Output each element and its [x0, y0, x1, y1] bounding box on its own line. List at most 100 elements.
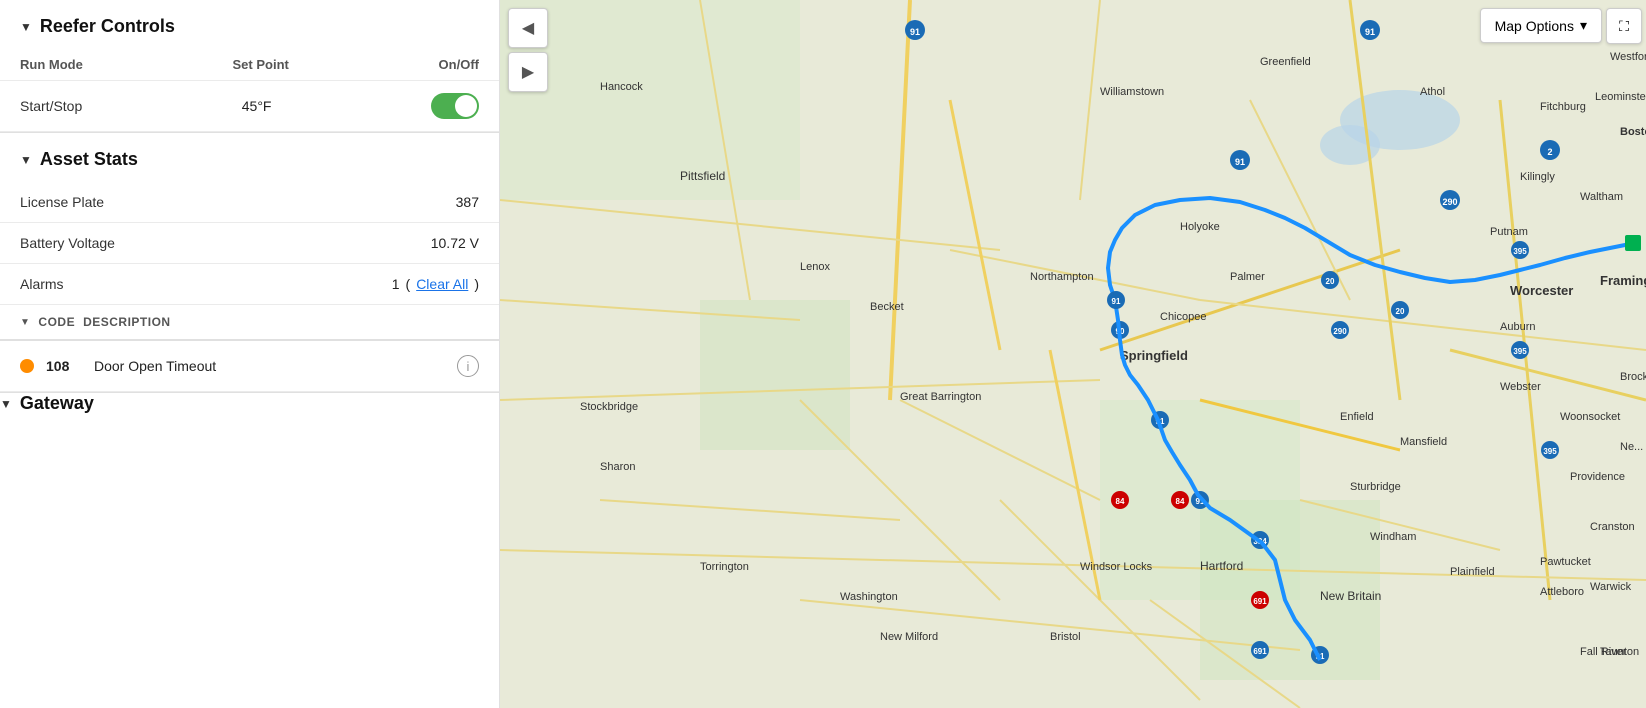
- svg-text:Providence: Providence: [1570, 471, 1625, 483]
- runmode-label: Run Mode: [20, 57, 83, 72]
- svg-text:Stockbridge: Stockbridge: [580, 401, 638, 413]
- svg-text:Attleboro: Attleboro: [1540, 586, 1584, 598]
- svg-text:Auburn: Auburn: [1500, 321, 1535, 333]
- svg-text:Greenfield: Greenfield: [1260, 56, 1311, 68]
- license-plate-row: License Plate 387: [0, 182, 499, 223]
- svg-text:Chicopee: Chicopee: [1160, 311, 1206, 323]
- startstop-label: Start/Stop: [20, 98, 82, 114]
- svg-text:84: 84: [1116, 497, 1125, 506]
- onoff-toggle[interactable]: [431, 93, 479, 119]
- map-options-label: Map Options: [1495, 18, 1574, 34]
- onoff-label: On/Off: [439, 57, 479, 72]
- svg-text:Brock...: Brock...: [1620, 371, 1646, 383]
- svg-text:290: 290: [1442, 197, 1457, 207]
- reefer-controls-header[interactable]: ▼ Reefer Controls: [0, 0, 499, 49]
- alarms-value-group: 1 ( Clear All ): [392, 276, 479, 292]
- svg-text:Plainfield: Plainfield: [1450, 566, 1495, 578]
- alarms-label: Alarms: [20, 276, 64, 292]
- license-plate-value: 387: [456, 194, 479, 210]
- left-panel: ▼ Reefer Controls Run Mode Set Point On/…: [0, 0, 500, 708]
- svg-text:91: 91: [1235, 157, 1245, 167]
- runmode-header: Run Mode Set Point On/Off: [0, 49, 499, 81]
- alarm-row-0: 108 Door Open Timeout i: [0, 341, 499, 392]
- alarms-row: Alarms 1 ( Clear All ): [0, 264, 499, 305]
- play-button[interactable]: ▶: [508, 52, 548, 92]
- clear-all-link[interactable]: Clear All: [416, 276, 468, 292]
- svg-text:Mansfield: Mansfield: [1400, 436, 1447, 448]
- play-icon: ▶: [522, 62, 534, 82]
- map-area: 91 91 290 2 91 90 20 20 91 91 84 84 384 …: [500, 0, 1646, 708]
- map-options-chevron-icon: ▾: [1580, 17, 1587, 34]
- reefer-collapse-arrow: ▼: [20, 20, 32, 34]
- map-svg: 91 91 290 2 91 90 20 20 91 91 84 84 384 …: [500, 0, 1646, 708]
- svg-text:Boston: Boston: [1620, 126, 1646, 138]
- asset-stats-header[interactable]: ▼ Asset Stats: [0, 133, 499, 182]
- svg-text:Springfield: Springfield: [1120, 348, 1188, 363]
- setpoint-label: Set Point: [233, 57, 289, 72]
- svg-text:Woonsocket: Woonsocket: [1560, 411, 1620, 423]
- svg-text:395: 395: [1513, 247, 1527, 256]
- asset-collapse-arrow: ▼: [20, 153, 32, 167]
- svg-text:Warwick: Warwick: [1590, 581, 1632, 593]
- back-button[interactable]: ◀: [508, 8, 548, 48]
- info-icon: i: [467, 359, 470, 374]
- svg-text:Sturbridge: Sturbridge: [1350, 481, 1401, 493]
- svg-text:691: 691: [1253, 597, 1267, 606]
- alarm-info-icon-0[interactable]: i: [457, 355, 479, 377]
- svg-text:Bristol: Bristol: [1050, 631, 1081, 643]
- back-icon: ◀: [522, 18, 534, 38]
- gateway-header[interactable]: ▼ Gateway: [0, 393, 499, 414]
- svg-text:91: 91: [1365, 27, 1375, 37]
- asset-stats-title: Asset Stats: [40, 149, 138, 170]
- svg-text:Pittsfield: Pittsfield: [680, 169, 725, 183]
- gateway-title: Gateway: [20, 393, 94, 414]
- svg-text:290: 290: [1333, 327, 1347, 336]
- svg-text:Leominster: Leominster: [1595, 91, 1646, 103]
- onoff-toggle-wrapper[interactable]: [431, 93, 479, 119]
- alarms-paren-open: (: [406, 276, 411, 292]
- map-options-button[interactable]: Map Options ▾: [1480, 8, 1602, 43]
- svg-text:Hartford: Hartford: [1200, 559, 1243, 573]
- svg-text:Great Barrington: Great Barrington: [900, 391, 981, 403]
- svg-text:Windham: Windham: [1370, 531, 1416, 543]
- svg-text:Framingham: Framingham: [1600, 273, 1646, 288]
- svg-text:Williamstown: Williamstown: [1100, 86, 1164, 98]
- battery-voltage-label: Battery Voltage: [20, 235, 115, 251]
- svg-text:Ne...: Ne...: [1620, 441, 1643, 453]
- svg-text:Worcester: Worcester: [1510, 283, 1573, 298]
- svg-text:Palmer: Palmer: [1230, 271, 1265, 283]
- startstop-row: Start/Stop 45°F: [0, 81, 499, 132]
- svg-text:Putnam: Putnam: [1490, 226, 1528, 238]
- battery-voltage-row: Battery Voltage 10.72 V: [0, 223, 499, 264]
- svg-text:84: 84: [1176, 497, 1185, 506]
- svg-text:Athol: Athol: [1420, 86, 1445, 98]
- svg-text:91: 91: [1112, 297, 1121, 306]
- svg-text:Windsor Locks: Windsor Locks: [1080, 561, 1153, 573]
- alarm-code-0: 108: [46, 358, 82, 374]
- svg-text:Torrington: Torrington: [700, 561, 749, 573]
- svg-text:Northampton: Northampton: [1030, 271, 1094, 283]
- alarm-dot-0: [20, 359, 34, 373]
- alarms-count: 1: [392, 276, 400, 292]
- svg-text:Sharon: Sharon: [600, 461, 635, 473]
- license-plate-label: License Plate: [20, 194, 104, 210]
- svg-text:Enfield: Enfield: [1340, 411, 1374, 423]
- svg-text:Becket: Becket: [870, 301, 904, 313]
- svg-text:91: 91: [910, 27, 920, 37]
- svg-text:Fitchburg: Fitchburg: [1540, 101, 1586, 113]
- svg-text:395: 395: [1543, 447, 1557, 456]
- svg-text:New Britain: New Britain: [1320, 589, 1381, 603]
- svg-text:Webster: Webster: [1500, 381, 1541, 393]
- svg-text:395: 395: [1513, 347, 1527, 356]
- alarms-paren-close: ): [474, 276, 479, 292]
- alarms-table-collapse-arrow: ▼: [20, 317, 30, 328]
- svg-text:New Milford: New Milford: [880, 631, 938, 643]
- map-controls: ◀ ▶: [508, 8, 548, 92]
- svg-text:2: 2: [1547, 147, 1552, 157]
- fullscreen-button[interactable]: ⛶: [1606, 8, 1642, 44]
- svg-text:Washington: Washington: [840, 591, 898, 603]
- alarms-code-col: CODE: [38, 315, 75, 329]
- svg-text:Taunton: Taunton: [1600, 646, 1639, 658]
- svg-text:Kilingly: Kilingly: [1520, 171, 1555, 183]
- alarms-table-header: ▼ CODE DESCRIPTION: [0, 305, 499, 340]
